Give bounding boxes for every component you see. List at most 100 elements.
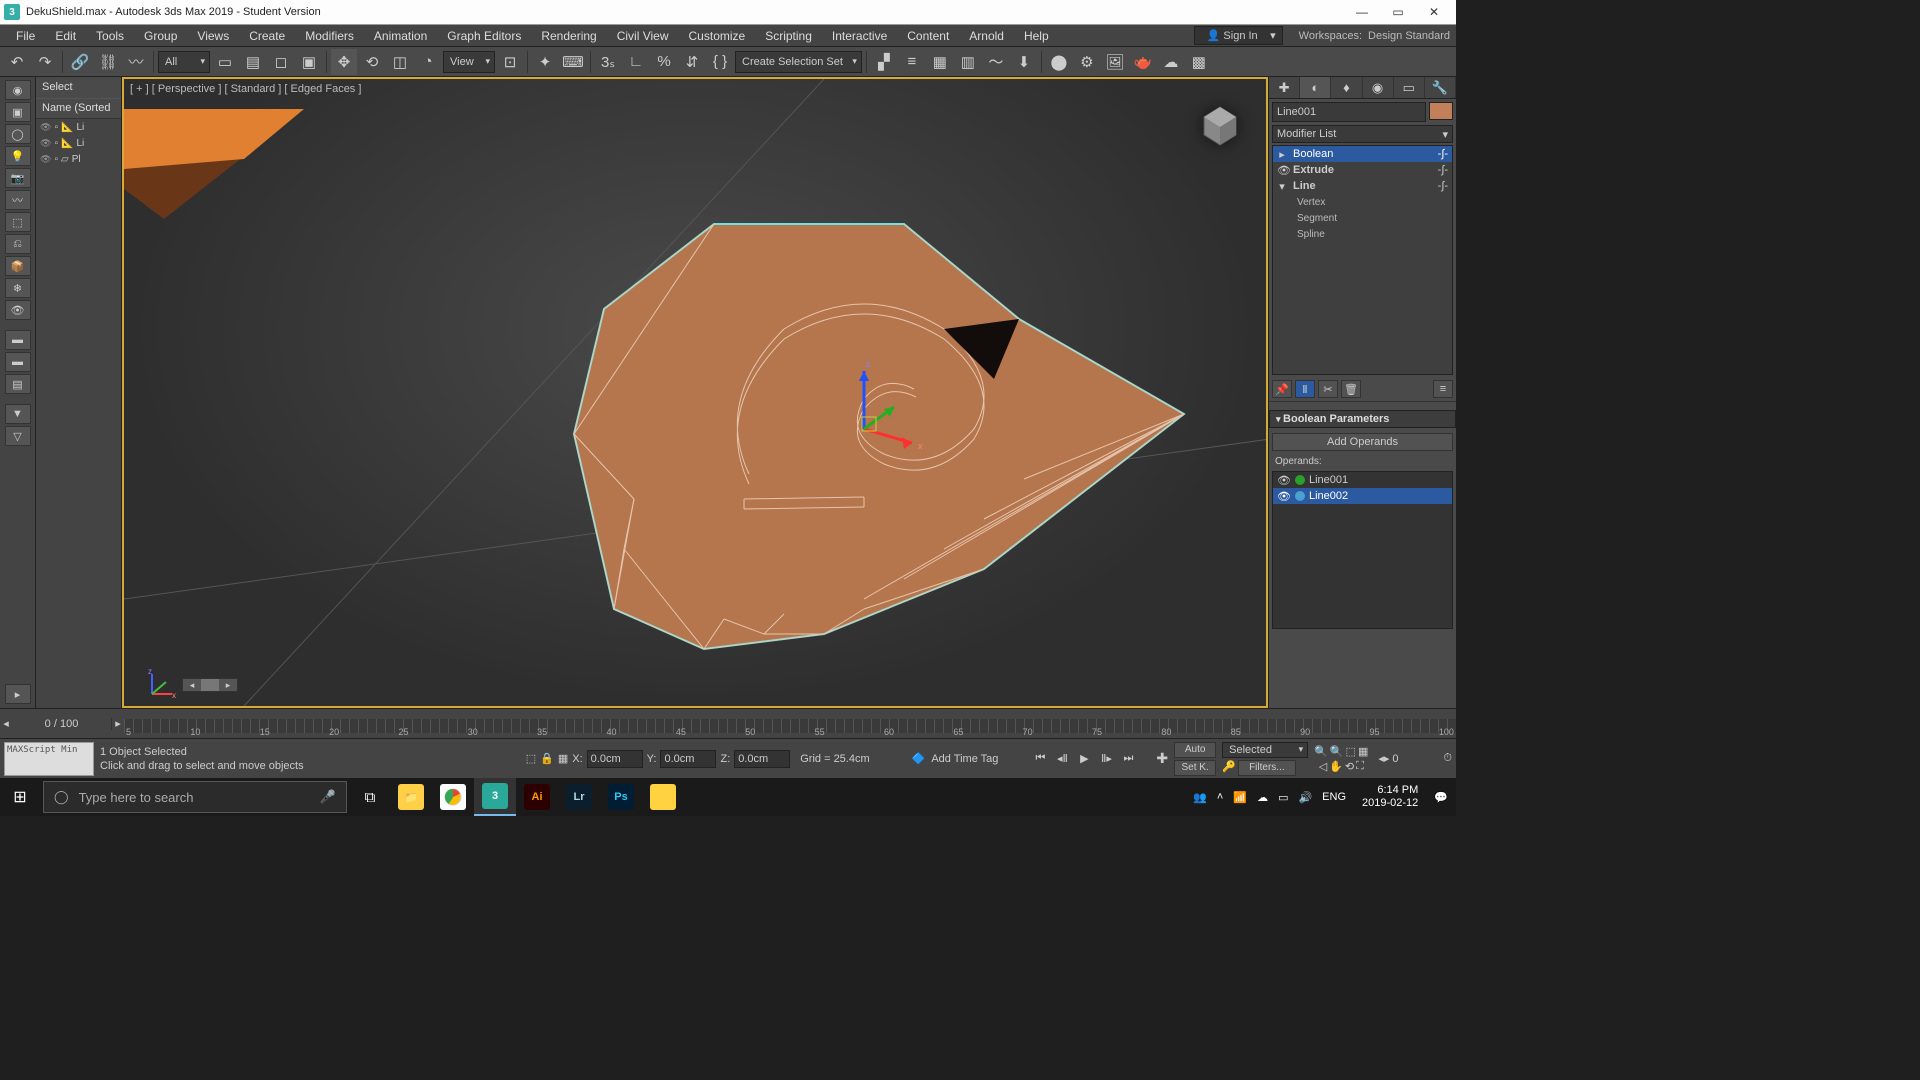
nav-pan-icon[interactable]: ✋ xyxy=(1329,760,1343,773)
keyfilters-icon[interactable]: 🔑 xyxy=(1222,760,1236,776)
sub-spline[interactable]: Spline xyxy=(1273,226,1452,242)
app-chrome[interactable] xyxy=(432,778,474,816)
toggle-ribbon-button[interactable]: ▥ xyxy=(955,49,981,75)
system-tray[interactable]: 👥 ˄ 📶 ☁ ▭ 🔊 ENG 6:14 PM 2019-02-12 💬 xyxy=(1185,784,1456,810)
move-button[interactable]: ✥ xyxy=(331,49,357,75)
tab-display[interactable]: ▭ xyxy=(1394,77,1425,98)
filter2-button[interactable]: ▽ xyxy=(5,426,31,446)
next-frame-button[interactable]: Ⅱ▸ xyxy=(1096,750,1116,768)
nav-zoomall-icon[interactable]: 🔍 xyxy=(1330,745,1344,758)
app-illustrator[interactable]: Ai xyxy=(516,778,558,816)
render-button[interactable]: 🫖 xyxy=(1130,49,1156,75)
scene-header[interactable]: Name (Sorted xyxy=(36,99,121,119)
manipulate-button[interactable]: ✦ xyxy=(532,49,558,75)
window-crossing-button[interactable]: ▣ xyxy=(296,49,322,75)
display-geo-button[interactable]: ▣ xyxy=(5,102,31,122)
visibility-icon[interactable]: 👁 xyxy=(40,138,51,149)
current-frame-field[interactable]: 0 xyxy=(1392,753,1440,765)
nav-extentsall-icon[interactable]: ▦ xyxy=(1358,745,1368,758)
nav-zoom-icon[interactable]: 🔍 xyxy=(1314,745,1328,758)
menu-edit[interactable]: Edit xyxy=(45,26,86,46)
filter-button[interactable]: ▼ xyxy=(5,404,31,424)
render-gallery-button[interactable]: ▩ xyxy=(1186,49,1212,75)
menu-views[interactable]: Views xyxy=(187,26,239,46)
display-camera-button[interactable]: 📷 xyxy=(5,168,31,188)
clock[interactable]: 6:14 PM 2019-02-12 xyxy=(1356,784,1424,810)
workspaces-value[interactable]: Design Standard xyxy=(1368,30,1450,42)
sub-segment[interactable]: Segment xyxy=(1273,210,1452,226)
menu-arnold[interactable]: Arnold xyxy=(959,26,1014,46)
onedrive-icon[interactable]: ☁ xyxy=(1257,791,1268,804)
viewport-perspective[interactable]: [ + ] [ Perspective ] [ Standard ] [ Edg… xyxy=(122,77,1268,708)
menu-civilview[interactable]: Civil View xyxy=(607,26,679,46)
viewport-scroll[interactable]: ◂▸ xyxy=(182,678,238,692)
operands-list[interactable]: 👁Line001 👁Line002 xyxy=(1272,471,1453,629)
notifications-icon[interactable]: 💬 xyxy=(1434,791,1448,804)
bind-button[interactable]: 〰 xyxy=(123,49,149,75)
layers-button[interactable]: ▦ xyxy=(927,49,953,75)
freeze-icon[interactable]: ▫ xyxy=(54,138,58,149)
select-object-button[interactable]: ▭ xyxy=(212,49,238,75)
nav-extents-icon[interactable]: ⬚ xyxy=(1346,745,1356,758)
display-helper-button[interactable]: 〰 xyxy=(5,190,31,210)
menu-help[interactable]: Help xyxy=(1014,26,1059,46)
link-button[interactable]: 🔗 xyxy=(67,49,93,75)
freeze-icon[interactable]: ▫ xyxy=(54,154,58,165)
time-tag-icon[interactable]: 🔷 xyxy=(912,752,926,765)
stack-item-line[interactable]: ▾Line-∫- xyxy=(1273,178,1452,194)
menu-content[interactable]: Content xyxy=(897,26,959,46)
signin-dropdown[interactable]: 👤 Sign In xyxy=(1194,26,1283,45)
prev-frame-button[interactable]: ◂Ⅱ xyxy=(1052,750,1072,768)
stack-item-extrude[interactable]: 👁Extrude-∫- xyxy=(1273,162,1452,178)
display-frozen-button[interactable]: ❄ xyxy=(5,278,31,298)
volume-icon[interactable]: 🔊 xyxy=(1298,791,1312,804)
configure-sets-button[interactable]: ≡ xyxy=(1433,380,1453,398)
app-3dsmax[interactable]: 3 xyxy=(474,778,516,816)
ref-coord-dropdown[interactable]: View xyxy=(443,51,495,73)
snap-toggle-button[interactable]: 3ₛ xyxy=(595,49,621,75)
render-setup-button[interactable]: ⚙ xyxy=(1074,49,1100,75)
pin-stack-button[interactable]: 📌 xyxy=(1272,380,1292,398)
eye-icon[interactable]: 👁 xyxy=(1277,164,1287,177)
time-next[interactable]: ▸ xyxy=(112,717,124,730)
eye-icon[interactable]: 👁 xyxy=(1277,474,1291,487)
display-container-button[interactable]: 📦 xyxy=(5,256,31,276)
wifi-icon[interactable]: 📶 xyxy=(1233,791,1247,804)
coord-display-icon[interactable]: ▦ xyxy=(558,752,568,765)
edit-selection-button[interactable]: { } xyxy=(707,49,733,75)
task-view-button[interactable]: ⧉ xyxy=(350,778,390,816)
show-end-result-button[interactable]: Ⅱ xyxy=(1295,380,1315,398)
toggle-icon[interactable]: ▸ xyxy=(1277,148,1287,161)
eye-icon[interactable]: 👁 xyxy=(1277,490,1291,503)
display-hidden-button[interactable]: 👁 xyxy=(5,300,31,320)
keyboard-shortcut-button[interactable]: ⌨ xyxy=(560,49,586,75)
tray-chevron-icon[interactable]: ˄ xyxy=(1217,791,1223,803)
spinner-snap-button[interactable]: ⇵ xyxy=(679,49,705,75)
viewcube[interactable] xyxy=(1192,97,1248,153)
play-button[interactable]: ▶ xyxy=(1074,750,1094,768)
goto-start-button[interactable]: ⏮ xyxy=(1030,750,1050,768)
sort3-button[interactable]: ▤ xyxy=(5,374,31,394)
menu-customize[interactable]: Customize xyxy=(679,26,756,46)
object-name-field[interactable]: Line001 xyxy=(1272,102,1426,122)
z-field[interactable]: 0.0cm xyxy=(734,750,790,768)
redo-button[interactable]: ↷ xyxy=(32,49,58,75)
app-stickynotes[interactable] xyxy=(642,778,684,816)
select-region-rect-button[interactable]: ◻ xyxy=(268,49,294,75)
tab-modify[interactable]: ◐ xyxy=(1300,77,1331,98)
sort-button[interactable]: ▬ xyxy=(5,330,31,350)
rollout-boolean-params[interactable]: Boolean Parameters xyxy=(1269,410,1456,428)
named-selection-dropdown[interactable]: Create Selection Set xyxy=(735,51,862,73)
tab-motion[interactable]: ◉ xyxy=(1363,77,1394,98)
display-shape-button[interactable]: ◯ xyxy=(5,124,31,144)
maximize-button[interactable]: ▭ xyxy=(1380,0,1416,25)
taskbar-search[interactable]: ◯ Type here to search🎤 xyxy=(43,781,347,813)
add-time-tag[interactable]: Add Time Tag xyxy=(931,753,998,765)
nav-fov-icon[interactable]: ◁ xyxy=(1319,760,1327,773)
align-button[interactable]: ≡ xyxy=(899,49,925,75)
language-indicator[interactable]: ENG xyxy=(1322,791,1346,803)
expand-button[interactable]: ▸ xyxy=(5,684,31,704)
time-prev[interactable]: ◂ xyxy=(0,717,12,730)
maxscript-listener[interactable]: MAXScript Min xyxy=(4,742,94,776)
nav-maximize-icon[interactable]: ⛶ xyxy=(1356,760,1364,773)
